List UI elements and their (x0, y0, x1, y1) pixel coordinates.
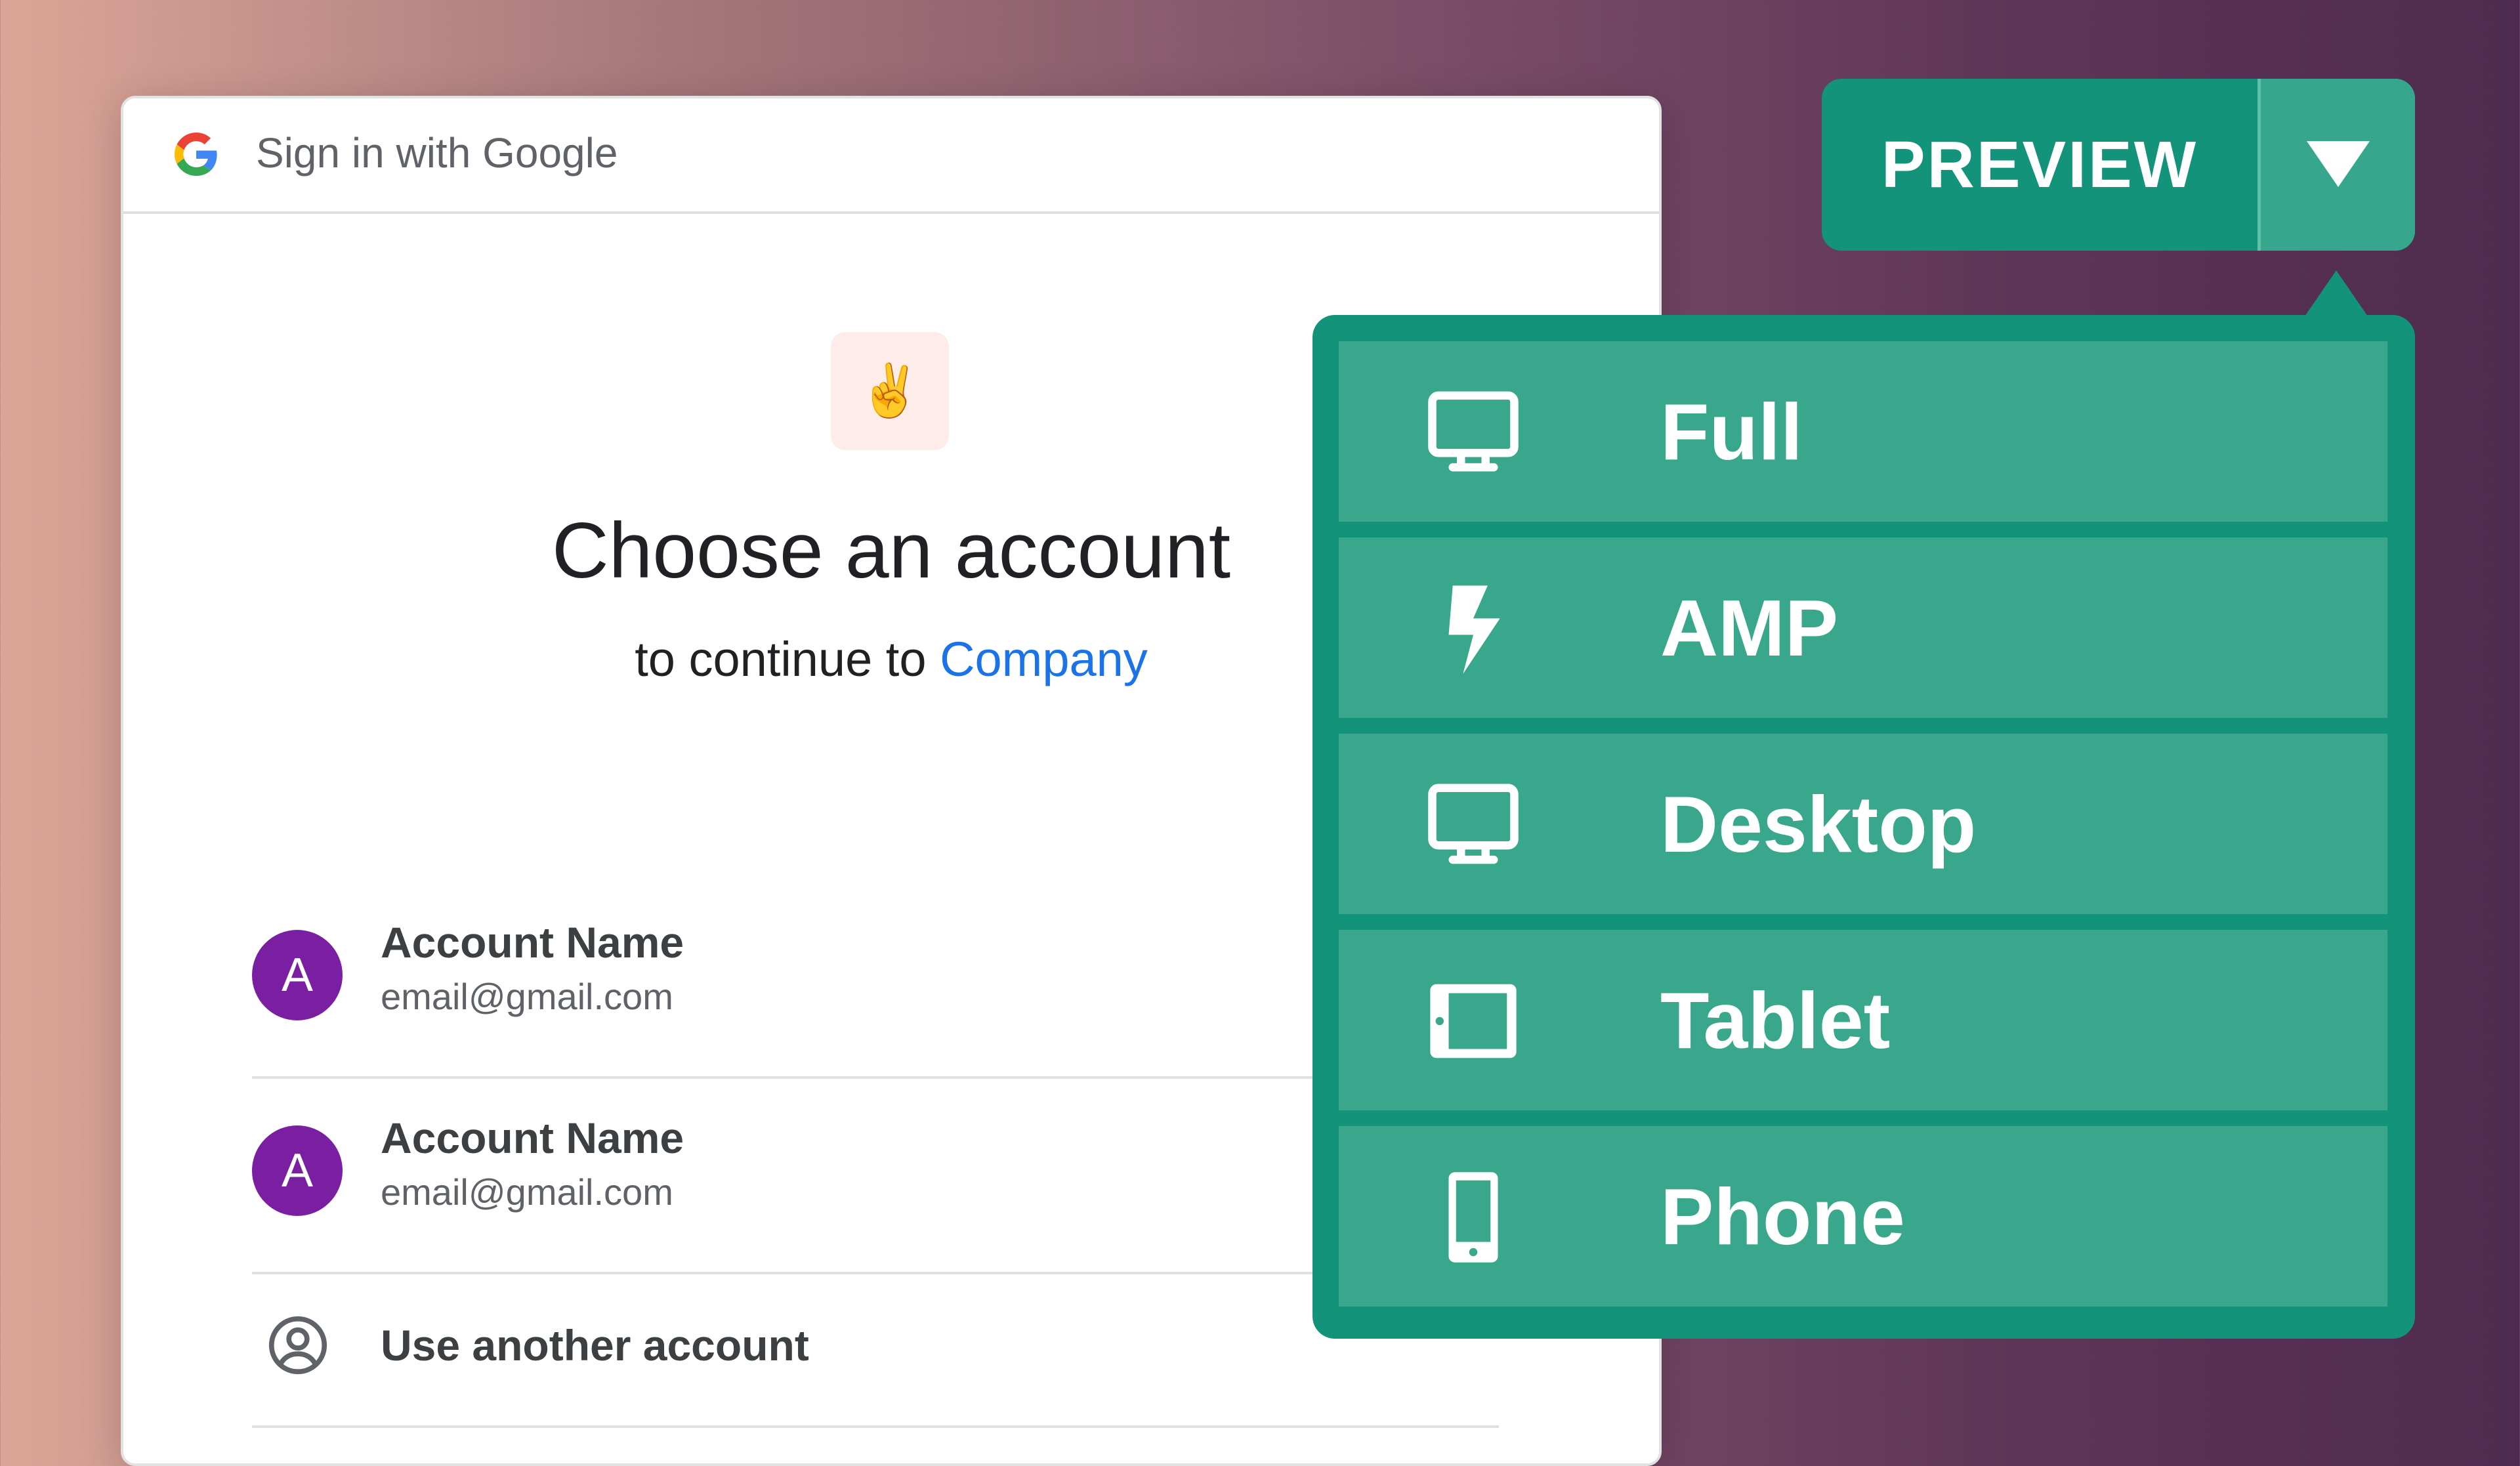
monitor-icon (1428, 784, 1519, 864)
triangle-down-icon (2306, 141, 2370, 187)
preview-split-button: PREVIEW (1822, 79, 2415, 251)
menu-item-tablet[interactable]: Tablet (1339, 930, 2387, 1110)
signin-header: Sign in with Google (123, 98, 1659, 214)
avatar: A (252, 930, 343, 1020)
avatar: A (252, 1125, 343, 1216)
account-row[interactable]: A Account Name email@gmail.com (252, 879, 1499, 1079)
subtitle-prefix: to continue to (635, 632, 940, 686)
google-logo-icon (175, 133, 217, 176)
preview-dropdown-toggle[interactable] (2261, 79, 2415, 251)
account-name: Account Name (381, 918, 684, 967)
monitor-icon (1428, 391, 1519, 472)
menu-item-desktop[interactable]: Desktop (1339, 734, 2387, 914)
account-circle-icon (268, 1316, 327, 1375)
use-another-account-label: Use another account (381, 1321, 809, 1370)
preview-button[interactable]: PREVIEW (1822, 79, 2258, 251)
phone-icon (1448, 1172, 1498, 1263)
preview-dropdown-menu: Full AMP Desktop Tablet Phone (1312, 315, 2415, 1339)
account-email: email@gmail.com (381, 976, 673, 1017)
victory-hand-emoji-icon: ✌️ (858, 362, 922, 419)
menu-item-label: Phone (1660, 1171, 1905, 1261)
menu-item-label: Desktop (1660, 779, 1977, 869)
account-row[interactable]: A Account Name email@gmail.com (252, 1075, 1499, 1274)
tablet-icon (1430, 984, 1517, 1058)
menu-item-phone[interactable]: Phone (1339, 1126, 2387, 1307)
lightning-icon (1448, 585, 1500, 674)
app-logo-tile: ✌️ (831, 332, 949, 450)
company-link[interactable]: Company (940, 632, 1148, 686)
account-email: email@gmail.com (381, 1171, 673, 1213)
use-another-account-row[interactable]: Use another account (252, 1270, 1499, 1428)
menu-item-full[interactable]: Full (1339, 341, 2387, 522)
account-name: Account Name (381, 1114, 684, 1162)
header-title: Sign in with Google (256, 129, 618, 177)
menu-item-label: Tablet (1660, 975, 1891, 1065)
dropdown-pointer (2305, 270, 2368, 316)
menu-item-amp[interactable]: AMP (1339, 537, 2387, 718)
menu-item-label: Full (1660, 387, 1803, 476)
menu-item-label: AMP (1660, 583, 1839, 673)
